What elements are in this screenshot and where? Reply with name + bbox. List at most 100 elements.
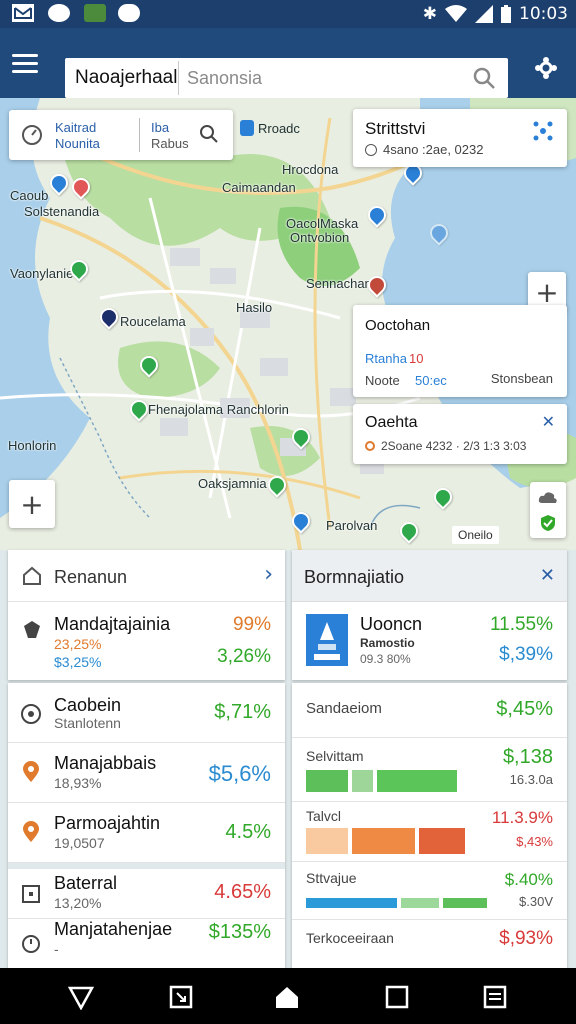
- route-chip-label: Rroadc: [258, 120, 300, 136]
- chevron-right-icon[interactable]: ›: [264, 562, 273, 587]
- scale-chip: Oneilo: [452, 526, 499, 544]
- metric-row[interactable]: Terkoceeiraan $,93%: [292, 920, 567, 968]
- place-info-tag-count: 10: [409, 351, 424, 366]
- metric-value: $,45%: [496, 698, 553, 720]
- metric-sub: $,43%: [516, 834, 553, 849]
- square-icon: [22, 885, 40, 903]
- navigation-bar: [0, 968, 576, 1024]
- close-icon[interactable]: ✕: [540, 565, 555, 586]
- metric-sub: 16.3.0a: [509, 772, 553, 787]
- search-divider: [178, 61, 179, 95]
- metric-bar-segment: [401, 898, 439, 908]
- featured-value-top: 99%: [232, 614, 271, 635]
- metric-row[interactable]: Talvcl 11.3.9% $,43%: [292, 802, 567, 862]
- right-panel-header: Bormnajiatio ✕: [292, 550, 567, 602]
- messenger-icon: [48, 4, 70, 22]
- featured-sub1: Ramostio: [360, 636, 415, 650]
- featured-value-bottom: 3,26%: [217, 646, 271, 667]
- target-icon: [21, 704, 41, 724]
- card-divider: [139, 118, 140, 152]
- home-icon[interactable]: [274, 984, 300, 1010]
- list-item[interactable]: Caobein Stanlotenn $,71%: [8, 683, 285, 743]
- list-item-sub: 18,93%: [54, 775, 102, 791]
- map-label: Ontvobion: [290, 230, 350, 245]
- left-panel-header[interactable]: Renanun ›: [8, 550, 285, 602]
- location-pin-icon: [23, 761, 39, 782]
- search-icon[interactable]: [472, 66, 496, 90]
- metric-label: Sttvajue: [306, 870, 357, 886]
- bluetooth-icon: ✱: [422, 4, 437, 24]
- home-icon: [23, 566, 41, 585]
- alert-card-detail: 2Soane 4232 · 2/3 1:3 3:03: [381, 439, 527, 453]
- list-item-value: $5,6%: [208, 761, 271, 786]
- list-item-value: $,71%: [214, 701, 271, 723]
- compass-right2: Rabus: [151, 136, 189, 151]
- list-item-sub: 13,20%: [54, 895, 102, 911]
- list-item-name: Manajabbais: [54, 753, 157, 773]
- add-place-button[interactable]: +: [9, 480, 55, 528]
- back-icon[interactable]: [68, 984, 94, 1010]
- metric-bars: [306, 898, 496, 908]
- search-query[interactable]: Naoajerhaal: [75, 67, 177, 89]
- list-item[interactable]: Parmoajahtin 19,0507 4.5%: [8, 803, 285, 863]
- place-info-right: Stonsbean: [490, 371, 553, 386]
- compass-right1: Iba: [151, 120, 170, 135]
- metric-row[interactable]: Sandaeiom $,45%: [292, 683, 567, 738]
- route-chip[interactable]: Rroadc: [240, 120, 300, 136]
- featured-item[interactable]: Mandajtajainia 23,25% $3,25% 99% 3,26%: [8, 602, 285, 680]
- place-info-left: Noote: [365, 373, 400, 388]
- list-item-value: 4.65%: [214, 881, 271, 903]
- network-icon[interactable]: [533, 121, 553, 141]
- map-label: Vaonylanie: [10, 266, 74, 281]
- map-label: Oaksjamnia: [198, 476, 267, 491]
- clock-icon: [22, 935, 40, 953]
- list-item[interactable]: Manajabbais 18,93% $5,6%: [8, 743, 285, 803]
- place-info-card[interactable]: Ooctohan Rtanha 10 Noote 50:ec Stonsbean: [353, 305, 567, 397]
- featured-value-top: 11.55%: [489, 614, 553, 635]
- left-panel: Renanun › Mandajtajainia 23,25% $3,25% 9…: [8, 550, 285, 968]
- signal-icon: [475, 5, 493, 23]
- cloud-icon[interactable]: [538, 490, 558, 504]
- map-label: Sennacham: [306, 276, 376, 291]
- metric-bars: [306, 770, 496, 792]
- status-time: 10:03: [519, 4, 568, 24]
- featured-item[interactable]: Uooncn Ramostio 09.3 80% 11.55% $,39%: [292, 602, 567, 680]
- place-info-mid: 50:ec: [415, 373, 447, 388]
- list-item-sub: Stanlotenn: [54, 715, 121, 731]
- list-item[interactable]: Manjatahenjae - $135%: [8, 919, 285, 968]
- list-item[interactable]: Baterral 13,20% 4.65%: [8, 869, 285, 919]
- search-input[interactable]: [187, 62, 457, 94]
- menu-list-icon[interactable]: [482, 984, 508, 1010]
- stats-card[interactable]: Strittstvi 4sano :2ae, 0232: [353, 109, 567, 167]
- close-icon[interactable]: ✕: [542, 412, 555, 431]
- map-label: Hrocdona: [282, 162, 339, 177]
- mail-icon: [12, 4, 34, 22]
- map-view[interactable]: Caoub Solstenandia Vaonylanie Roucelama …: [0, 98, 576, 550]
- metric-bar-segment: [352, 828, 415, 854]
- search-icon[interactable]: [199, 124, 219, 144]
- list-item-value: $135%: [208, 921, 271, 943]
- featured-value-bottom: $,39%: [499, 644, 553, 665]
- resize-icon[interactable]: [168, 984, 194, 1010]
- search-bar: Naoajerhaal: [65, 58, 508, 98]
- menu-icon[interactable]: [12, 54, 38, 74]
- shield-check-icon[interactable]: [539, 514, 557, 532]
- map-compass-card[interactable]: Kaitrad Nounita Iba Rabus: [9, 110, 233, 160]
- locate-icon[interactable]: [534, 56, 558, 80]
- recent-apps-icon[interactable]: [384, 984, 410, 1010]
- wifi-icon: [445, 5, 467, 22]
- featured-sub2: 09.3 80%: [360, 652, 411, 666]
- route-icon: [240, 120, 254, 136]
- battery-icon: [501, 5, 511, 23]
- metric-row[interactable]: Selvittam $,138 16.3.0a: [292, 738, 567, 802]
- alert-card[interactable]: Oaehta ✕ 2Soane 4232 · 2/3 1:3 3:03: [353, 404, 567, 464]
- left-list: Caobein Stanlotenn $,71% Manajabbais 18,…: [8, 683, 285, 968]
- alert-card-title: Oaehta: [365, 414, 418, 431]
- status-bar: ✱ 10:03: [0, 0, 576, 28]
- compass-icon[interactable]: [21, 124, 43, 146]
- right-panel: Bormnajiatio ✕ Uooncn Ramostio 09.3 80% …: [292, 550, 567, 968]
- chat-icon: [118, 4, 140, 22]
- layers-control[interactable]: [530, 482, 566, 538]
- metric-row[interactable]: Sttvajue $.40% $.30V: [292, 862, 567, 920]
- list-item-name: Parmoajahtin: [54, 813, 161, 833]
